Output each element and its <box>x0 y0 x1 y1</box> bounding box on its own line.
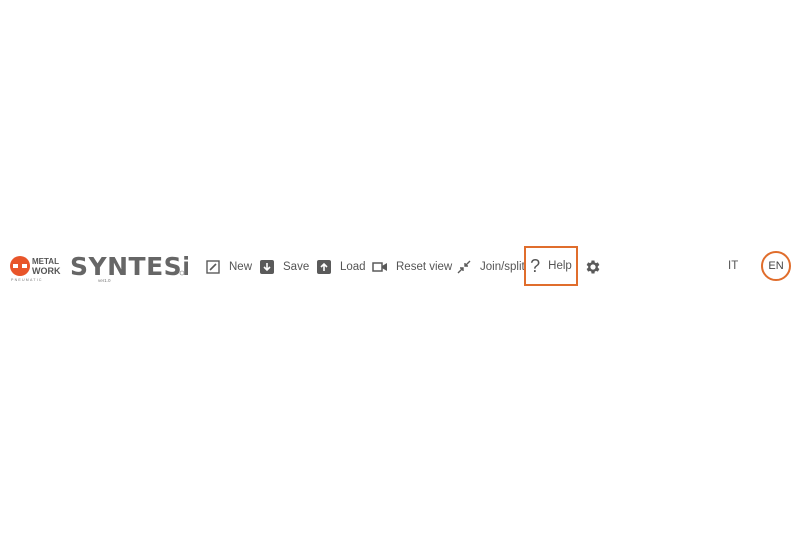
svg-text:ver1.0: ver1.0 <box>98 278 111 283</box>
upload-icon <box>316 259 332 275</box>
save-label: Save <box>283 261 310 273</box>
compress-arrows-icon <box>456 259 472 275</box>
language-en-label: EN <box>768 260 784 272</box>
svg-text:METAL: METAL <box>32 257 59 266</box>
language-en-selected[interactable]: EN <box>761 251 791 281</box>
top-toolbar: METAL WORK PNEUMATIC METAL WORK PNEUMATI… <box>0 244 800 290</box>
svg-text:PNEUMATIC: PNEUMATIC <box>11 278 43 282</box>
syntesi-logo: SYNTESi ver1.0 SYNTESi ver1.0 <box>70 251 191 283</box>
language-it[interactable]: IT <box>728 260 738 272</box>
svg-text:WORK: WORK <box>32 266 61 276</box>
reset-view-button[interactable]: Reset view <box>372 256 452 278</box>
gear-icon[interactable] <box>584 258 602 276</box>
join-split-button[interactable]: Join/split <box>456 256 525 278</box>
question-mark-icon: ? <box>530 256 541 276</box>
join-split-label: Join/split <box>480 261 525 273</box>
product-logo-text: SYNTESi <box>188 251 189 252</box>
reset-view-label: Reset view <box>396 261 453 273</box>
help-button[interactable]: ? Help <box>524 246 578 286</box>
company-logo-text: METAL WORK PNEUMATIC <box>67 254 68 255</box>
metal-work-logo: METAL WORK PNEUMATIC METAL WORK PNEUMATI… <box>9 254 67 282</box>
load-label: Load <box>340 261 366 273</box>
product-version: ver1.0 <box>188 251 189 252</box>
help-label: Help <box>548 260 572 272</box>
load-button[interactable]: Load <box>316 256 366 278</box>
save-button[interactable]: Save <box>259 256 309 278</box>
new-label: New <box>229 261 253 273</box>
download-icon <box>259 259 275 275</box>
new-button[interactable]: New <box>205 256 252 278</box>
edit-icon <box>205 259 221 275</box>
video-camera-icon <box>372 259 388 275</box>
svg-text:SYNTESi: SYNTESi <box>70 252 188 281</box>
